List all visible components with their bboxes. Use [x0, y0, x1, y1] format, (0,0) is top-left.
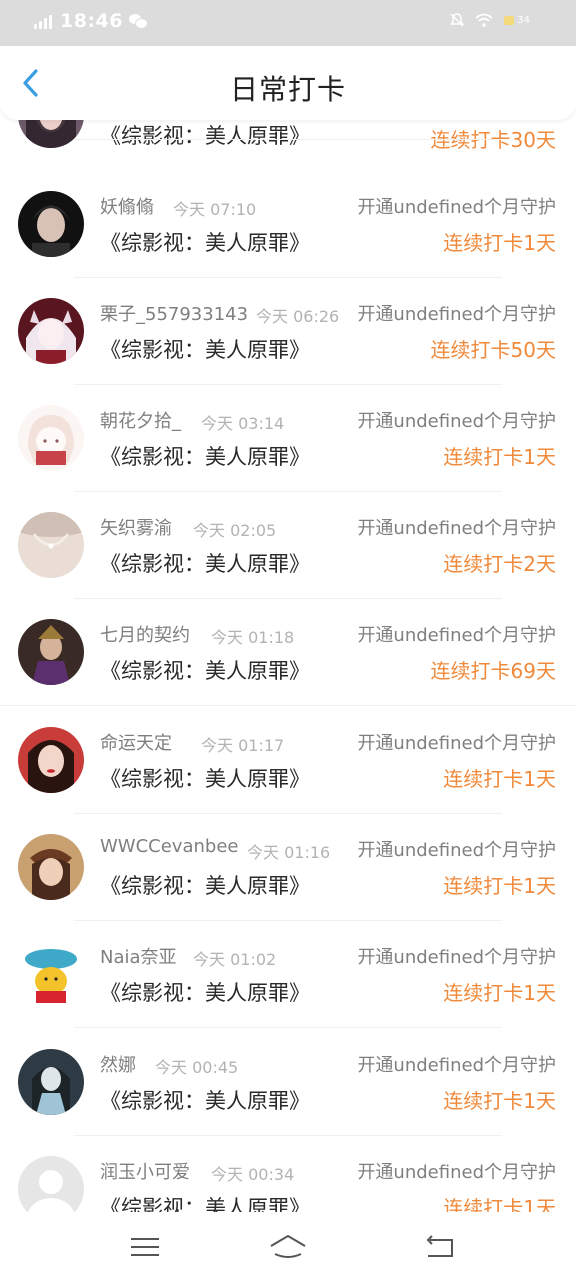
checkin-time: 今天 01:16	[247, 843, 331, 862]
user-name[interactable]: 矢织雾渝	[100, 514, 172, 540]
guard-status: 开通undefined个月守护	[357, 518, 556, 539]
wechat-icon	[128, 14, 148, 29]
mute-bell-icon	[450, 13, 465, 27]
back-nav-button[interactable]	[420, 1232, 460, 1262]
guard-status: 开通undefined个月守护	[357, 733, 556, 754]
list-item[interactable]: 七月的契约 今天 01:18 开通undefined个月守护 《综影视：美人原罪…	[0, 599, 576, 706]
checkin-time: 今天 00:45	[155, 1058, 239, 1077]
avatar[interactable]	[18, 727, 84, 793]
list-item[interactable]: 朝花夕拾_ 今天 03:14 开通undefined个月守护 《综影视：美人原罪…	[0, 385, 576, 492]
book-title: 《综影视：美人原罪》	[100, 981, 310, 1005]
user-name[interactable]: 七月的契约	[100, 621, 190, 647]
avatar[interactable]	[18, 405, 84, 471]
checkin-time: 今天 03:14	[201, 414, 285, 433]
checkin-time: 今天 06:26	[256, 307, 340, 326]
menu-button[interactable]	[125, 1232, 165, 1262]
user-name[interactable]: 润玉小可爱	[100, 1158, 190, 1184]
user-name[interactable]: WWCCevanbee	[100, 836, 238, 857]
streak-label: 连续打卡1天	[443, 874, 556, 898]
list-item[interactable]: 栗子_557933143 今天 06:26 开通undefined个月守护 《综…	[0, 278, 576, 385]
return-icon	[426, 1235, 453, 1257]
streak-label: 连续打卡1天	[443, 981, 556, 1005]
avatar[interactable]	[18, 191, 84, 257]
battery-level: 34	[517, 14, 530, 26]
book-title: 《综影视：美人原罪》	[100, 659, 310, 683]
avatar[interactable]	[18, 512, 84, 578]
checkin-time: 今天 00:34	[211, 1165, 295, 1184]
streak-label: 连续打卡1天	[443, 231, 556, 255]
wifi-icon	[475, 13, 493, 27]
header: 日常打卡	[0, 46, 576, 120]
list-item[interactable]: 命运天定 今天 01:17 开通undefined个月守护 《综影视：美人原罪》…	[0, 707, 576, 814]
avatar[interactable]	[18, 834, 84, 900]
divider	[74, 139, 502, 140]
list-item[interactable]: 矢织雾渝 今天 02:05 开通undefined个月守护 《综影视：美人原罪》…	[0, 492, 576, 599]
home-button[interactable]	[268, 1232, 308, 1262]
battery-icon	[504, 16, 515, 25]
user-name[interactable]: 命运天定	[100, 729, 172, 755]
streak-label: 连续打卡1天	[443, 1089, 556, 1113]
guard-status: 开通undefined个月守护	[357, 304, 556, 325]
book-title: 《综影视：美人原罪》	[100, 445, 310, 469]
list-item[interactable]: 润玉小可爱 今天 00:34 开通undefined个月守护 《综影视：美人原罪…	[0, 1136, 576, 1212]
user-name[interactable]: 栗子_557933143	[100, 300, 248, 326]
streak-label: 连续打卡69天	[430, 659, 556, 683]
avatar[interactable]	[18, 1156, 84, 1212]
guard-status: 开通undefined个月守护	[357, 1055, 556, 1076]
streak-label: 连续打卡1天	[443, 767, 556, 791]
checkin-time: 今天 01:18	[211, 628, 295, 647]
guard-status: 开通undefined个月守护	[357, 625, 556, 646]
user-name[interactable]: Naia奈亚	[100, 943, 177, 969]
list-item[interactable]: WWCCevanbee 今天 01:16 开通undefined个月守护 《综影…	[0, 814, 576, 921]
divider	[0, 705, 576, 706]
book-title: 《综影视：美人原罪》	[100, 552, 310, 576]
battery: 34	[503, 14, 530, 26]
streak-label: 连续打卡2天	[443, 552, 556, 576]
user-name[interactable]: 然娜	[100, 1051, 136, 1077]
guard-status: 开通undefined个月守护	[357, 947, 556, 968]
divider	[74, 1027, 502, 1028]
avatar[interactable]	[18, 619, 84, 685]
checkin-time: 今天 07:10	[173, 200, 257, 219]
menu-icon	[131, 1238, 159, 1256]
book-title: 《综影视：美人原罪》	[100, 338, 310, 362]
home-icon	[270, 1235, 306, 1258]
book-title: 《综影视：美人原罪》	[100, 1089, 310, 1113]
streak-label: 连续打卡1天	[443, 1196, 556, 1212]
status-bar: 18:46 34	[0, 0, 576, 46]
status-time: 18:46	[60, 10, 123, 32]
book-title: 《综影视：美人原罪》	[100, 124, 310, 148]
book-title: 《综影视：美人原罪》	[100, 231, 310, 255]
user-name[interactable]: 朝花夕拾_	[100, 407, 181, 433]
guard-status: 开通undefined个月守护	[357, 840, 556, 861]
book-title: 《综影视：美人原罪》	[100, 874, 310, 898]
checkin-list[interactable]: 《综影视：美人原罪》 连续打卡30天 妖翛翛 今天 07:10 开通undefi…	[0, 100, 576, 1212]
checkin-time: 今天 01:17	[201, 736, 285, 755]
list-item[interactable]: Naia奈亚 今天 01:02 开通undefined个月守护 《综影视：美人原…	[0, 921, 576, 1028]
checkin-time: 今天 01:02	[193, 950, 277, 969]
guard-status: 开通undefined个月守护	[357, 197, 556, 218]
avatar[interactable]	[18, 1049, 84, 1115]
signal-icon	[34, 13, 54, 29]
streak-label: 连续打卡50天	[430, 338, 556, 362]
avatar[interactable]	[18, 298, 84, 364]
streak-label: 连续打卡1天	[443, 445, 556, 469]
book-title: 《综影视：美人原罪》	[100, 1196, 310, 1212]
checkin-time: 今天 02:05	[193, 521, 277, 540]
status-left: 18:46	[34, 10, 148, 32]
avatar[interactable]	[18, 941, 84, 1007]
list-item[interactable]: 妖翛翛 今天 07:10 开通undefined个月守护 《综影视：美人原罪》 …	[0, 171, 576, 278]
list-item[interactable]: 然娜 今天 00:45 开通undefined个月守护 《综影视：美人原罪》 连…	[0, 1029, 576, 1136]
guard-status: 开通undefined个月守护	[357, 411, 556, 432]
guard-status: 开通undefined个月守护	[357, 1162, 556, 1183]
user-name[interactable]: 妖翛翛	[100, 193, 154, 219]
system-nav-bar	[0, 1212, 576, 1280]
book-title: 《综影视：美人原罪》	[100, 767, 310, 791]
status-right: 34	[449, 12, 530, 28]
page-title: 日常打卡	[229, 73, 346, 106]
